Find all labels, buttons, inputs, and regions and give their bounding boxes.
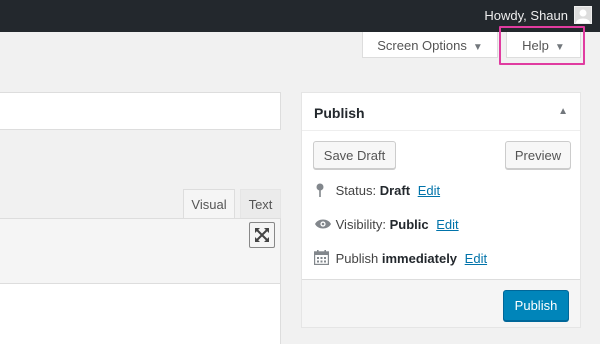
screen-options-button[interactable]: Screen Options ▼ [362, 32, 498, 58]
publish-button-label: Publish [514, 298, 558, 313]
preview-label: Preview [514, 148, 562, 163]
pin-icon [314, 182, 332, 198]
publish-schedule-row: Publish immediately Edit [313, 250, 487, 266]
triangle-up-icon[interactable]: ▲ [558, 106, 568, 117]
user-avatar-icon[interactable] [574, 6, 592, 24]
visibility-edit-link[interactable]: Edit [436, 217, 458, 232]
editor-content-area[interactable] [0, 284, 281, 344]
tab-visual-label: Visual [191, 197, 227, 212]
status-label: Status: [335, 183, 377, 198]
status-value: Draft [379, 183, 411, 198]
publish-button[interactable]: Publish [503, 290, 569, 321]
status-edit-link[interactable]: Edit [418, 183, 440, 198]
tab-text-label: Text [248, 197, 273, 212]
tab-text[interactable]: Text [240, 189, 281, 218]
eye-icon [314, 217, 332, 232]
status-row: Status: Draft Edit [314, 182, 440, 198]
publish-actions-bar: Publish [302, 279, 580, 327]
editor-toolbar [0, 218, 281, 284]
visibility-row: Visibility: Public Edit [314, 217, 459, 232]
publish-label: Publish [335, 251, 379, 266]
preview-button[interactable]: Preview [505, 141, 571, 169]
triangle-down-icon: ▼ [472, 42, 483, 53]
save-draft-label: Save Draft [323, 148, 386, 163]
post-title-input[interactable] [0, 92, 281, 130]
publish-box-title: Publish [314, 105, 365, 121]
calendar-icon [313, 250, 332, 266]
publish-box-header[interactable]: Publish ▲ [302, 93, 580, 131]
howdy-greeting[interactable]: Howdy, Shaun [484, 8, 568, 23]
visibility-label: Visibility: [335, 217, 386, 232]
publish-value: immediately [381, 251, 458, 266]
fullscreen-expand-icon[interactable] [249, 222, 275, 248]
help-highlight-box [499, 26, 585, 65]
publish-edit-link[interactable]: Edit [465, 251, 487, 266]
screen-options-label: Screen Options [377, 38, 467, 53]
tab-visual[interactable]: Visual [183, 189, 235, 218]
publish-meta-box: Publish ▲ Save Draft Preview Status: Dra… [301, 92, 581, 328]
visibility-value: Public [389, 217, 429, 232]
save-draft-button[interactable]: Save Draft [313, 141, 396, 169]
